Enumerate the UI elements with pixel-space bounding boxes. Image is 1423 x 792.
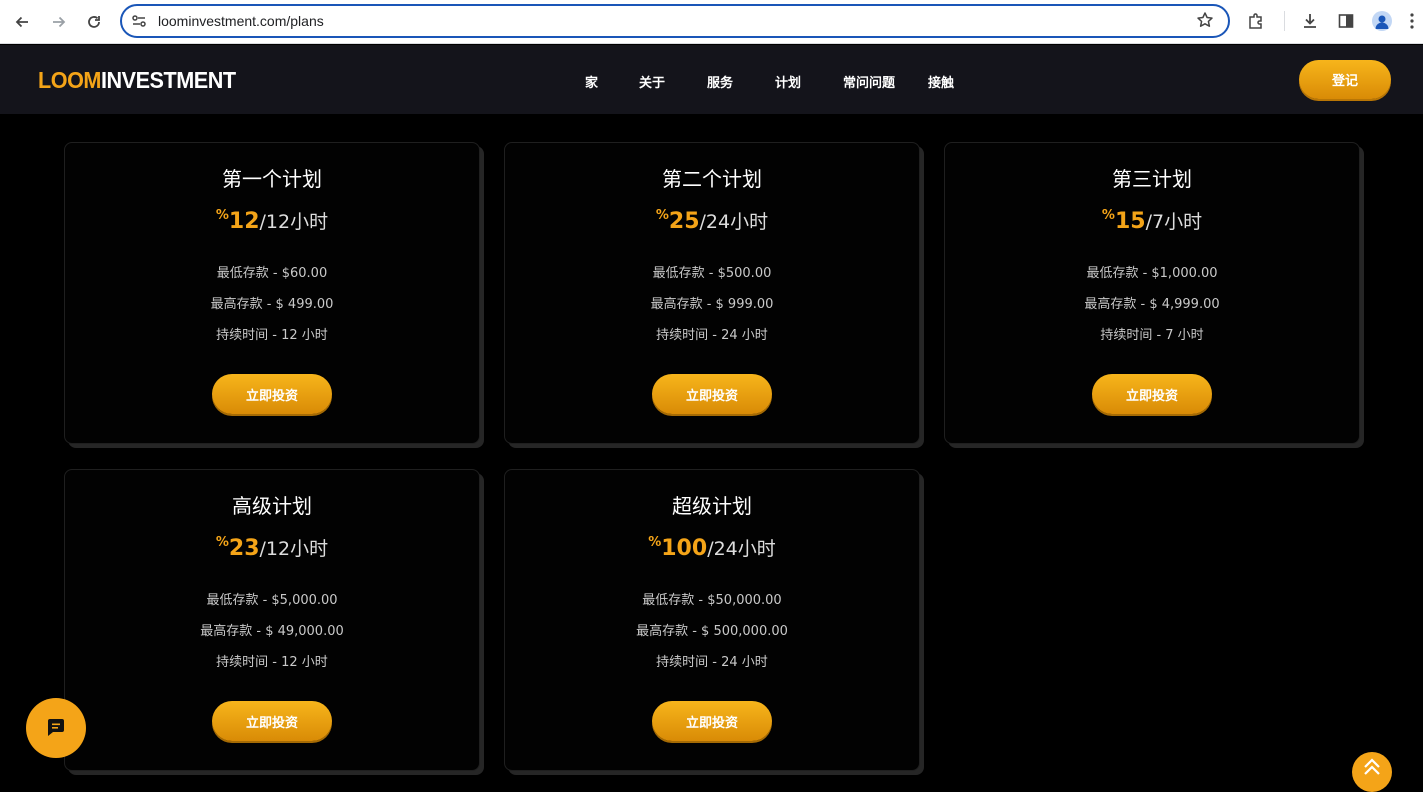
back-button[interactable] [10, 10, 34, 34]
plan-title: 第二个计划 [662, 167, 762, 191]
plan-rate: %23/12小时 [65, 534, 479, 561]
nav-services[interactable]: 服务 [707, 72, 733, 91]
plan-rate: %25/24小时 [505, 207, 919, 234]
rate-period: /12小时 [259, 538, 329, 560]
plan-duration: 持续时间 - 12 小时 [216, 328, 328, 343]
rate-value: 15 [1114, 209, 1146, 234]
rate-period: /7小时 [1145, 211, 1203, 233]
person-icon [1375, 15, 1389, 29]
double-chevron-up-icon [1364, 758, 1380, 775]
arrow-left-icon [15, 16, 28, 28]
plan-card: 高级计划 %23/12小时 最低存款 - $5,000.00 最高存款 - $ … [64, 469, 480, 771]
download-icon[interactable] [1301, 12, 1319, 30]
plan-duration: 持续时间 - 12 小时 [216, 655, 328, 670]
rate-value: 25 [668, 209, 700, 234]
invest-now-button[interactable]: 立即投资 [1092, 374, 1212, 414]
rate-value: 100 [661, 536, 708, 561]
min-deposit: 最低存款 - $60.00 [216, 266, 328, 281]
min-deposit: 最低存款 - $1,000.00 [1086, 266, 1218, 281]
scroll-to-top-button[interactable] [1352, 752, 1392, 792]
percent-symbol: % [1101, 208, 1115, 223]
rate-period: /24小时 [707, 538, 776, 560]
plan-title: 超级计划 [672, 494, 752, 518]
site-settings-icon[interactable] [131, 13, 147, 29]
arrow-right-icon [53, 16, 66, 28]
extensions-icon[interactable] [1247, 12, 1265, 30]
max-deposit: 最高存款 - $ 49,000.00 [200, 624, 344, 639]
percent-symbol: % [655, 208, 669, 223]
rate-period: /12小时 [259, 211, 329, 233]
plan-rate: %15/7小时 [945, 207, 1359, 234]
min-deposit: 最低存款 - $500.00 [652, 266, 772, 281]
max-deposit: 最高存款 - $ 4,999.00 [1084, 297, 1220, 312]
max-deposit: 最高存款 - $ 500,000.00 [636, 624, 788, 639]
plan-card: 第一个计划 %12/12小时 最低存款 - $60.00 最高存款 - $ 49… [64, 142, 480, 444]
site-header: LOOMINVESTMENT 家 关于 服务 计划 常问问题 接触 登记 [0, 45, 1423, 114]
nav-faq[interactable]: 常问问题 [843, 72, 895, 91]
plan-card: 第二个计划 %25/24小时 最低存款 - $500.00 最高存款 - $ 9… [504, 142, 920, 444]
login-button[interactable]: 登记 [1299, 60, 1391, 99]
invest-now-button[interactable]: 立即投资 [212, 374, 332, 414]
logo-part-loom: LOOM [38, 67, 101, 93]
nav-home[interactable]: 家 [585, 72, 598, 91]
plan-title: 高级计划 [232, 494, 312, 518]
plan-duration: 持续时间 - 7 小时 [1100, 328, 1204, 343]
address-bar[interactable]: loominvestment.com/plans [120, 4, 1230, 38]
site-logo[interactable]: LOOMINVESTMENT [38, 67, 236, 94]
plan-rate: %100/24小时 [505, 534, 919, 561]
plan-title: 第三计划 [1112, 167, 1192, 191]
logo-part-investment: INVESTMENT [100, 67, 236, 93]
reload-button[interactable] [82, 10, 106, 34]
nav-plans[interactable]: 计划 [775, 72, 801, 91]
plan-card: 超级计划 %100/24小时 最低存款 - $50,000.00 最高存款 - … [504, 469, 920, 771]
percent-symbol: % [215, 208, 229, 223]
percent-symbol: % [648, 535, 662, 550]
chat-bubble-icon [48, 719, 64, 736]
max-deposit: 最高存款 - $ 999.00 [650, 297, 774, 312]
min-deposit: 最低存款 - $50,000.00 [642, 593, 782, 608]
plan-rate: %12/12小时 [65, 207, 479, 234]
plan-title: 第一个计划 [222, 167, 322, 191]
profile-avatar[interactable] [1372, 11, 1392, 31]
plan-duration: 持续时间 - 24 小时 [656, 655, 768, 670]
rate-period: /24小时 [699, 211, 769, 233]
url-text[interactable]: loominvestment.com/plans [158, 13, 324, 29]
browser-menu-icon[interactable] [1410, 12, 1414, 30]
invest-now-button[interactable]: 立即投资 [652, 701, 772, 741]
plan-card: 第三计划 %15/7小时 最低存款 - $1,000.00 最高存款 - $ 4… [944, 142, 1360, 444]
nav-contact[interactable]: 接触 [928, 72, 954, 91]
toolbar-divider [1284, 11, 1285, 31]
browser-toolbar: loominvestment.com/plans [0, 0, 1423, 44]
reload-icon [88, 16, 100, 28]
nav-about[interactable]: 关于 [639, 72, 665, 91]
chat-button[interactable] [26, 698, 86, 758]
side-panel-icon[interactable] [1337, 12, 1355, 30]
rate-value: 12 [228, 209, 260, 234]
percent-symbol: % [215, 535, 229, 550]
rate-value: 23 [228, 536, 260, 561]
forward-button[interactable] [47, 10, 71, 34]
bookmark-star-icon[interactable] [1196, 11, 1214, 29]
invest-now-button[interactable]: 立即投资 [652, 374, 772, 414]
max-deposit: 最高存款 - $ 499.00 [210, 297, 334, 312]
min-deposit: 最低存款 - $5,000.00 [206, 593, 338, 608]
plan-duration: 持续时间 - 24 小时 [656, 328, 768, 343]
invest-now-button[interactable]: 立即投资 [212, 701, 332, 741]
